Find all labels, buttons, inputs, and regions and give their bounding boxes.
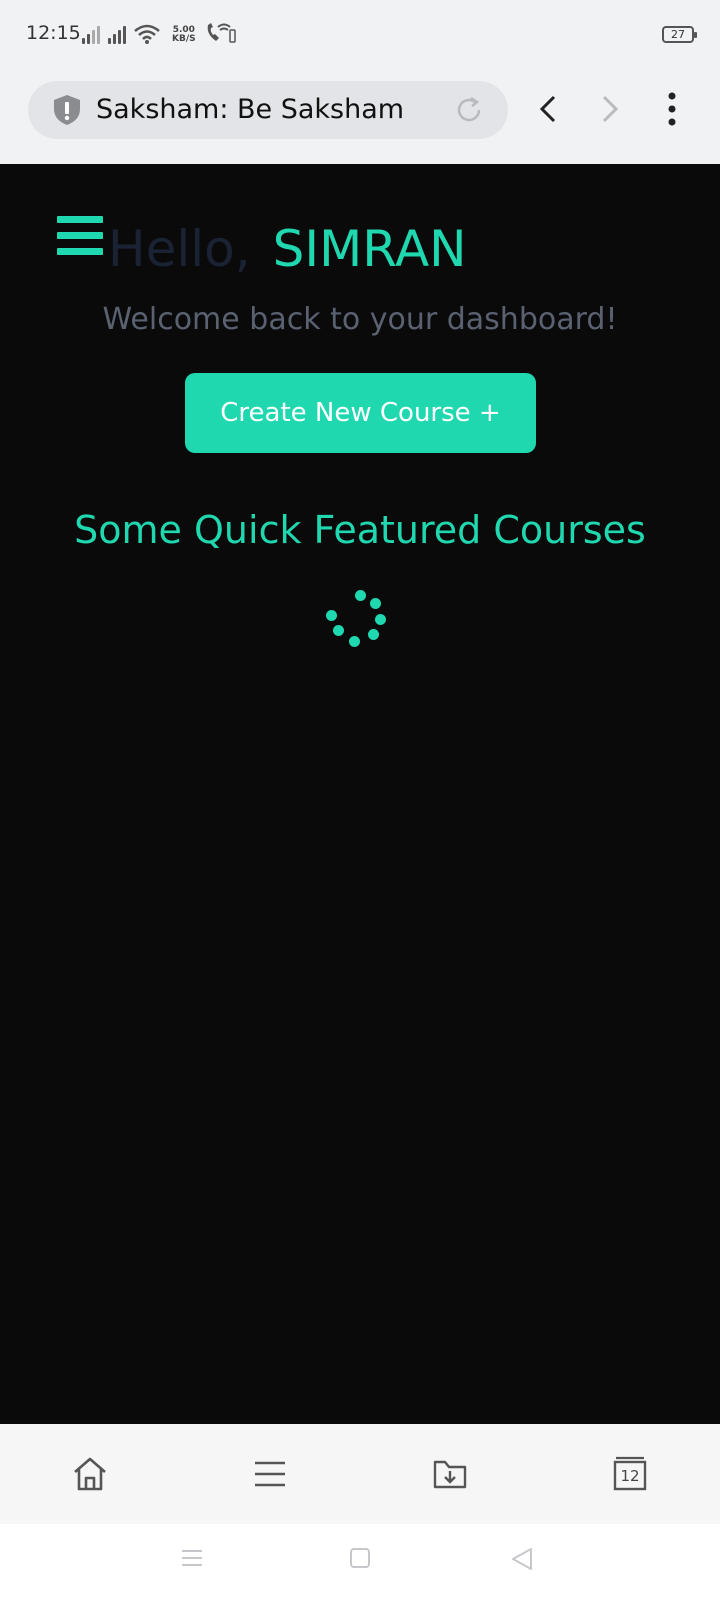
status-bar: 12:15 5.00 KB/S 27: [0, 0, 720, 70]
status-time: 12:15: [26, 22, 81, 44]
user-name: SIMRAN: [272, 220, 467, 278]
home-square-icon[interactable]: [348, 1546, 372, 1570]
address-bar[interactable]: Saksham: Be Saksham: [28, 81, 508, 139]
tabs-button[interactable]: 12: [610, 1454, 650, 1494]
system-navigation: [0, 1524, 720, 1600]
battery-indicator: 27: [662, 26, 697, 43]
more-icon[interactable]: [660, 90, 684, 128]
loading-spinner: [326, 588, 392, 652]
browser-toolbar: Saksham: Be Saksham: [0, 70, 720, 164]
reload-icon[interactable]: [454, 95, 484, 125]
dashboard: Hello, SIMRAN Welcome back to your dashbo…: [0, 164, 720, 1424]
forward-icon[interactable]: [598, 93, 622, 125]
menu-icon[interactable]: [250, 1454, 290, 1494]
hamburger-menu-icon[interactable]: [57, 216, 103, 256]
create-course-button[interactable]: Create New Course +: [185, 373, 536, 453]
greeting-heading: Hello, SIMRAN: [108, 220, 467, 278]
back-icon[interactable]: [536, 93, 560, 125]
recents-icon[interactable]: [180, 1546, 204, 1570]
status-icons: 5.00 KB/S: [82, 22, 236, 44]
tabs-count: 12: [620, 1467, 640, 1485]
back-triangle-icon[interactable]: [510, 1546, 534, 1572]
wifi-calling-icon: [207, 23, 236, 43]
wifi-icon: [134, 24, 160, 44]
bottom-toolbar: 12: [0, 1424, 720, 1524]
greeting-text: Hello,: [108, 220, 251, 278]
network-speed: 5.00 KB/S: [172, 26, 196, 44]
welcome-message: Welcome back to your dashboard!: [102, 302, 618, 337]
featured-courses-heading: Some Quick Featured Courses: [74, 508, 646, 552]
page-title: Saksham: Be Saksham: [96, 94, 405, 125]
downloads-icon[interactable]: [430, 1454, 470, 1494]
home-icon[interactable]: [70, 1454, 110, 1494]
signal-icon: [108, 24, 126, 44]
shield-icon[interactable]: [52, 94, 82, 126]
signal-icon: [82, 24, 100, 44]
speed-unit: KB/S: [172, 34, 196, 44]
